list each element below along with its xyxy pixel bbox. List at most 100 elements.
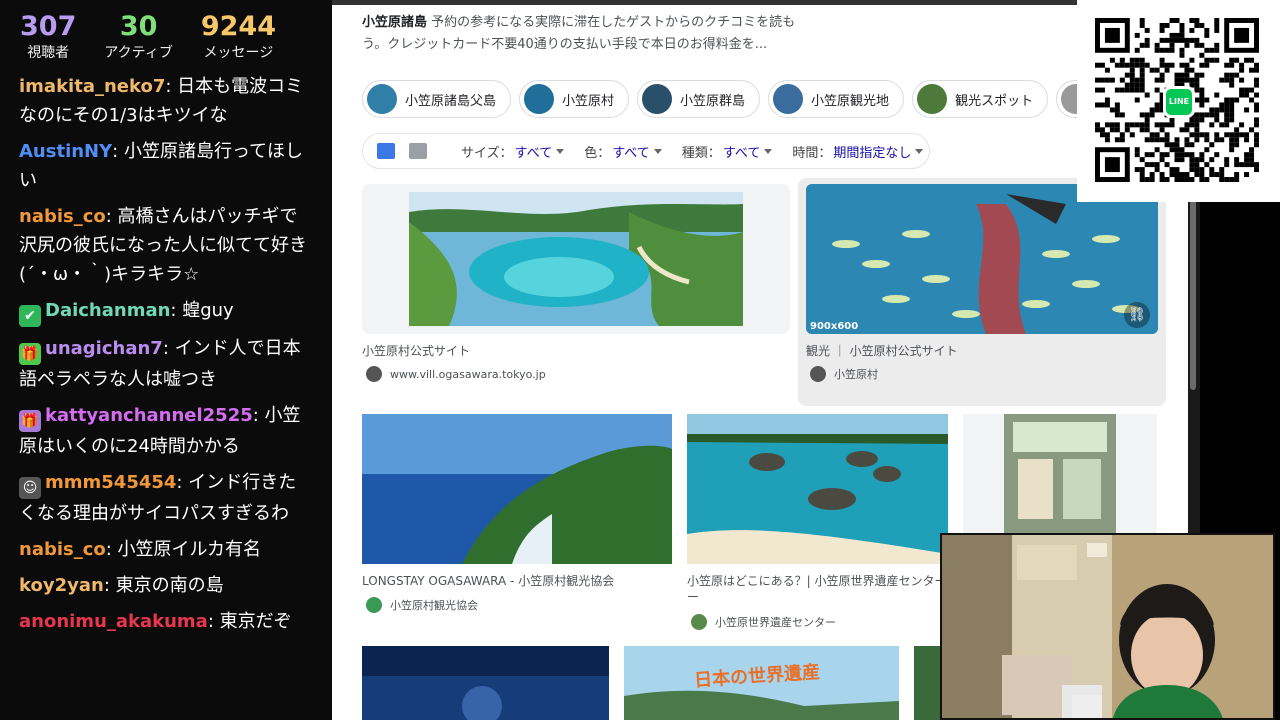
result-title[interactable]: 小笠原はどこにある？| 小笠原世界遺産センター [687,572,947,589]
chip-label: 観光スポット [955,93,1034,109]
time-filter-label: 時間： [792,145,832,161]
color-filter-label: 色： [584,145,611,161]
site-favicon-icon [691,614,707,630]
chat-username[interactable]: AustinNY [19,141,112,162]
result-source[interactable]: 小笠原村 [810,366,878,382]
chip-label: 小笠原諸島父島 [405,93,497,109]
image-result-hovered[interactable]: 900x600 ⛓ 観光 ｜ 小笠原村公式サイト 小笠原村 [798,178,1166,406]
chat-username[interactable]: unagichan7 [45,338,163,359]
avatar-badge-icon: ☺ [19,477,41,499]
image-result[interactable]: 日本の世界遺産 [624,646,899,720]
size-filter-value: すべて [514,145,553,161]
message-count: 9244 [200,11,276,42]
image-result[interactable] [687,414,948,564]
size-filter[interactable]: サイズ： すべて [461,142,565,161]
image-result[interactable] [963,414,1157,534]
chat-username[interactable]: Daichanman [45,300,170,321]
webcam-feed [940,533,1275,720]
chat-message: koy2yan: 東京の南の島 [19,571,309,600]
time-filter[interactable]: 時間： 期間指定なし [792,142,924,161]
image-view-icon[interactable] [377,143,395,159]
image-result[interactable] [362,184,790,334]
viewer-count: 307 [20,11,77,42]
chevron-down-icon [556,148,565,154]
chat-username[interactable]: imakita_neko7 [19,76,165,97]
color-filter-value: すべて [612,145,650,161]
result-source-text: 小笠原村 [834,368,878,381]
scrollbar-thumb[interactable] [1190,200,1196,390]
active-count: 30 [119,11,158,42]
chat-message: 🎁 kattyanchannel2525: 小笠原はいくのに24時間かかる [19,401,309,461]
chat-text: : 蝗guy [170,300,234,321]
line-logo-text: LINE [1168,97,1190,106]
image-size-badge: 900x600 [810,321,859,332]
related-search-chip[interactable]: 小笠原群島 [637,80,761,118]
color-filter[interactable]: 色： すべて [584,142,662,161]
chat-message: nabis_co: 高橋さんはパッチギで沢尻の彼氏になった人に似てて好き(´・ω… [19,202,309,289]
chat-overlay: 307 視聴者 30 アクティブ 9244 メッセージ imakita_neko… [0,0,332,720]
message-label: メッセージ [203,45,274,61]
chat-message: ☺ mmm545454: インド行きたくなる理由がサイコパスすぎるわ [19,468,309,528]
type-filter-label: 種類： [681,145,721,161]
result-source[interactable]: 小笠原村観光協会 [366,597,478,613]
related-search-chip[interactable]: 小笠原諸島父島 [362,80,512,118]
active-label: アクティブ [104,45,173,61]
result-source[interactable]: 小笠原世界遺産センター [691,614,836,630]
snippet-title[interactable]: 小笠原諸島 [362,15,427,30]
site-favicon-icon [810,366,826,382]
image-result[interactable] [362,414,672,564]
chat-message: ✔ Daichanman: 蝗guy [19,296,309,327]
type-filter[interactable]: 種類： すべて [682,142,773,161]
active-stat: 30 アクティブ [104,10,172,62]
chat-text: : 東京の南の島 [103,575,224,596]
chat-message: 🎁 unagichan7: インド人で日本語ペラペラな人は嘘つき [19,334,309,394]
chip-thumbnail [917,84,948,114]
chip-label: 小笠原村 [562,93,615,109]
chip-thumbnail [642,84,673,114]
related-search-chip[interactable]: 観光スポット [912,80,1049,118]
chat-message: anonimu_akakuma: 東京だぞ [19,607,309,636]
chat-username[interactable]: koy2yan [19,575,104,596]
related-search-chip[interactable]: 小笠原観光地 [768,80,905,118]
snippet-text: 予約の参考になる実際に滞在したゲストからのクチコミを読もう。クレジットカード不要… [362,15,796,52]
verified-badge-icon: ✔ [19,305,41,327]
chip-thumbnail [367,84,397,114]
related-search-chip[interactable]: 小笠原村 [519,80,630,118]
size-filter-label: サイズ： [461,145,513,161]
result-title-continued: ー [687,590,700,604]
gift-purple-badge-icon: 🎁 [19,410,41,432]
chat-message: imakita_neko7: 日本も電波コミなのにその1/3はキツイな [19,72,309,130]
result-source-text: www.vill.ogasawara.tokyo.jp [390,367,546,381]
result-title[interactable]: LONGSTAY OGASAWARA - 小笠原村観光協会 [362,572,614,589]
viewer-label: 視聴者 [27,45,70,61]
chat-username[interactable]: kattyanchannel2525 [45,405,253,426]
result-title[interactable]: 観光 ｜ 小笠原村公式サイト [806,342,958,359]
chevron-down-icon [764,148,773,154]
line-logo: LINE [1163,86,1195,118]
result-image[interactable] [409,192,743,326]
result-source-text: 小笠原世界遺産センター [715,616,836,629]
chip-label: 小笠原観光地 [811,93,890,109]
chat-username[interactable]: mmm545454 [45,472,176,493]
image-result[interactable] [362,646,609,720]
chat-username[interactable]: nabis_co [19,539,106,560]
search-snippet[interactable]: 小笠原諸島 予約の参考になる実際に滞在したゲストからのクチコミを読もう。クレジッ… [362,12,802,56]
line-qr-code: LINE [1077,0,1280,202]
stream-stats: 307 視聴者 30 アクティブ 9244 メッセージ [0,0,332,62]
chat-messages: imakita_neko7: 日本も電波コミなのにその1/3はキツイな Austi… [19,72,309,643]
type-filter-value: すべて [722,145,761,161]
chat-username[interactable]: anonimu_akakuma [19,611,208,632]
result-image[interactable]: 900x600 ⛓ [806,184,1158,334]
site-favicon-icon [366,366,382,382]
chip-label: 小笠原群島 [680,93,746,109]
viewer-stat: 307 視聴者 [20,10,76,62]
site-favicon-icon [366,597,382,613]
chat-username[interactable]: nabis_co [19,206,106,227]
link-icon[interactable]: ⛓ [1124,302,1150,328]
time-filter-value: 期間指定なし [833,145,912,161]
image-alt-icon[interactable] [409,143,427,159]
chevron-down-icon [653,148,662,154]
chat-text: : 東京だぞ [207,611,292,632]
result-title[interactable]: 小笠原村公式サイト [362,342,470,359]
result-source[interactable]: www.vill.ogasawara.tokyo.jp [366,366,546,382]
